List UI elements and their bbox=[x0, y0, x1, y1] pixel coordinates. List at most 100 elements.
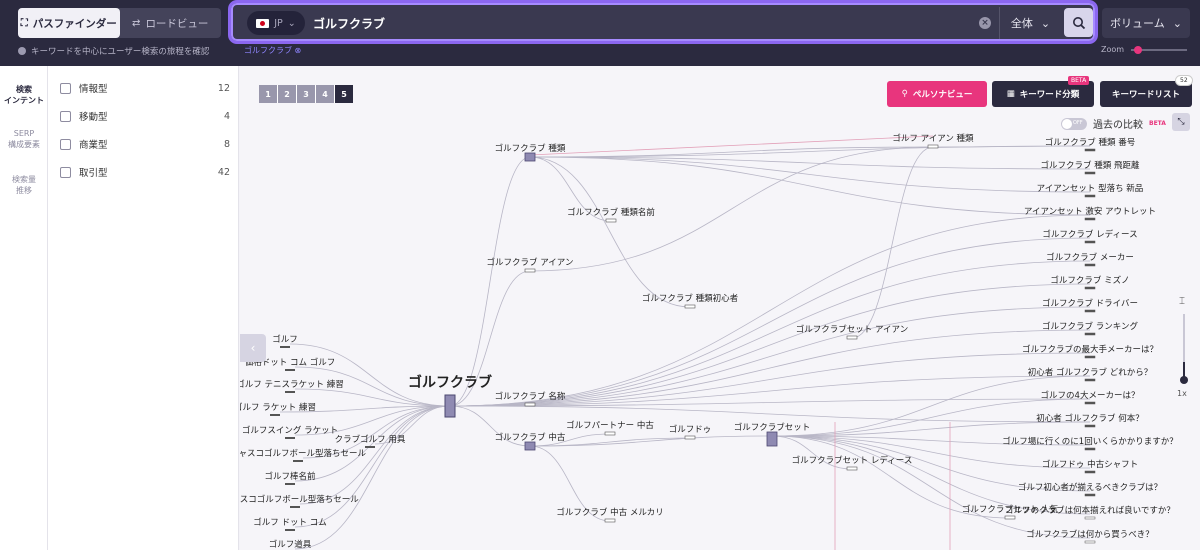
mid-node-label[interactable]: ゴルフクラブセット レディース bbox=[792, 455, 913, 466]
left-node-label[interactable]: ゴルフ棒名前 bbox=[264, 471, 316, 482]
right-node-label[interactable]: 初心者 ゴルフクラブ 何本？ bbox=[1036, 413, 1143, 424]
right-node-label[interactable]: ゴルフクラブの最大手メーカーは？ bbox=[1022, 344, 1158, 355]
mid-node-marker[interactable] bbox=[846, 466, 858, 471]
page-button-3[interactable]: 3 bbox=[297, 85, 315, 103]
mid-node-label[interactable]: ゴルフクラブ 中古 メルカリ bbox=[556, 507, 663, 518]
filter-informational[interactable]: 情報型 12 bbox=[60, 80, 230, 96]
nav-serp[interactable]: SERP 構成要素 bbox=[0, 128, 48, 150]
right-node-label[interactable]: ゴルフドゥ 中古シャフト bbox=[1042, 459, 1138, 470]
left-node-marker[interactable] bbox=[365, 446, 375, 448]
mid-node-label[interactable]: ゴルフクラブセット アイアン bbox=[796, 324, 908, 335]
breadcrumb-close-icon[interactable]: ⊗ bbox=[295, 46, 302, 55]
hub-node[interactable] bbox=[524, 441, 536, 451]
search-button[interactable] bbox=[1064, 8, 1093, 37]
collapse-icon[interactable]: ⤡ bbox=[1172, 113, 1190, 131]
right-node-marker[interactable] bbox=[1084, 171, 1096, 175]
checkbox[interactable] bbox=[60, 166, 71, 178]
right-node-label[interactable]: アイアンセット 型落ち 新品 bbox=[1037, 183, 1144, 194]
root-node[interactable] bbox=[444, 394, 456, 418]
mid-node-marker[interactable] bbox=[605, 218, 617, 223]
graph-edge[interactable] bbox=[851, 146, 934, 339]
left-node-label[interactable]: ゴルフ道具 bbox=[269, 539, 312, 550]
left-node-marker[interactable] bbox=[285, 529, 295, 531]
left-node-marker[interactable] bbox=[285, 483, 295, 485]
left-node-marker[interactable] bbox=[285, 369, 295, 371]
graph-edge[interactable] bbox=[294, 388, 451, 407]
tab-roadview[interactable]: ⇄ ロードビュー bbox=[120, 8, 222, 38]
right-node-marker[interactable] bbox=[1084, 401, 1096, 405]
left-node-label[interactable]: ゴルフスイング ラケット bbox=[242, 425, 338, 436]
right-node-label[interactable]: アイアンセット 激安 アウトレット bbox=[1024, 206, 1156, 217]
mid-node-label[interactable]: ゴルフクラブ 種類 bbox=[495, 143, 566, 154]
right-node-marker[interactable] bbox=[1084, 447, 1096, 451]
mid-node-marker[interactable] bbox=[604, 431, 616, 436]
right-node-marker[interactable] bbox=[1084, 493, 1096, 497]
right-node-label[interactable]: ゴルフ初心者が揃えるべきクラブは？ bbox=[1018, 482, 1162, 493]
graph-edge[interactable] bbox=[529, 156, 1091, 193]
keyword-graph[interactable]: ゴルフクラブゴルフ価格ドット コム ゴルフゴルフ テニスラケット 練習ゴルフ ラ… bbox=[240, 66, 1200, 550]
nav-search-intent[interactable]: 検索 インテント bbox=[0, 84, 48, 106]
breadcrumb[interactable]: ゴルフクラブ ⊗ bbox=[244, 45, 301, 56]
checkbox[interactable] bbox=[60, 138, 71, 150]
mid-node-label[interactable]: ゴルフクラブ 種類初心者 bbox=[642, 293, 739, 304]
mid-node-marker[interactable] bbox=[604, 518, 616, 523]
checkbox[interactable] bbox=[60, 82, 71, 94]
volume-select[interactable]: ボリューム ⌄ bbox=[1102, 8, 1190, 38]
graph-edge[interactable] bbox=[529, 145, 1091, 158]
country-select[interactable]: JP ⌄ bbox=[247, 11, 305, 35]
right-node-label[interactable]: ゴルフの4大メーカーは？ bbox=[1041, 390, 1140, 401]
mid-node-marker[interactable] bbox=[684, 304, 696, 309]
hub-node[interactable] bbox=[766, 431, 778, 447]
right-node-marker[interactable] bbox=[1084, 217, 1096, 221]
left-node-label[interactable]: ゴルフ bbox=[272, 334, 298, 345]
mid-node-marker[interactable] bbox=[846, 335, 858, 340]
nav-volume-trend[interactable]: 検索量 推移 bbox=[0, 174, 48, 196]
right-node-marker[interactable] bbox=[1084, 240, 1096, 244]
right-node-label[interactable]: 初心者 ゴルフクラブ どれから？ bbox=[1028, 367, 1152, 378]
filter-commercial[interactable]: 商業型 8 bbox=[60, 136, 230, 152]
root-node-label[interactable]: ゴルフクラブ bbox=[408, 374, 492, 391]
right-node-marker[interactable] bbox=[1084, 378, 1096, 382]
page-button-5[interactable]: 5 bbox=[335, 85, 353, 103]
depth-slider[interactable]: ⌶ 1x bbox=[1177, 292, 1191, 402]
right-node-label[interactable]: ゴルフクラブ 種類 飛距離 bbox=[1041, 160, 1140, 171]
graph-edge[interactable] bbox=[449, 260, 1091, 407]
mid-node-marker[interactable] bbox=[524, 402, 536, 407]
page-button-2[interactable]: 2 bbox=[278, 85, 296, 103]
mid-node-label[interactable]: ゴルフクラブ 中古 bbox=[495, 432, 566, 443]
right-node-label[interactable]: ゴルフ場に行くのに1回いくらかかりますか？ bbox=[1002, 436, 1177, 447]
right-node-label[interactable]: ゴルフのクラブは何本揃えれば良いですか？ bbox=[1005, 505, 1175, 516]
right-node-marker[interactable] bbox=[1084, 516, 1096, 520]
right-node-label[interactable]: ゴルフクラブ メーカー bbox=[1046, 252, 1134, 263]
right-node-marker[interactable] bbox=[1084, 355, 1096, 359]
graph-edge[interactable] bbox=[449, 405, 1091, 423]
graph-edge[interactable] bbox=[771, 375, 1091, 437]
left-node-label[interactable]: ゴルフ ドット コム bbox=[253, 517, 326, 528]
filter-navigational[interactable]: 移動型 4 bbox=[60, 108, 230, 124]
right-node-label[interactable]: ゴルフクラブ ミズノ bbox=[1050, 275, 1129, 286]
left-node-marker[interactable] bbox=[290, 506, 300, 508]
graph-edge[interactable] bbox=[529, 156, 691, 308]
zoom-slider-knob[interactable] bbox=[1134, 46, 1142, 54]
left-node-label[interactable]: ゴルフ テニスラケット 練習 bbox=[240, 379, 344, 390]
mid-node-label[interactable]: ゴルフクラブ 名称 bbox=[495, 391, 566, 402]
mid-node-label[interactable]: ゴルフドゥ bbox=[669, 424, 712, 435]
graph-edge[interactable] bbox=[771, 435, 1091, 515]
mid-node-label[interactable]: ゴルフ アイアン 種類 bbox=[892, 133, 974, 144]
checkbox[interactable] bbox=[60, 110, 71, 122]
right-node-marker[interactable] bbox=[1084, 286, 1096, 290]
left-node-label[interactable]: キャスコゴルフボール型落ちセール bbox=[240, 448, 366, 459]
right-node-marker[interactable] bbox=[1084, 470, 1096, 474]
mid-node-marker[interactable] bbox=[524, 268, 536, 273]
right-node-label[interactable]: ゴルフクラブ レディース bbox=[1042, 229, 1137, 240]
graph-edge[interactable] bbox=[449, 283, 1091, 407]
left-node-marker[interactable] bbox=[270, 414, 280, 416]
left-node-marker[interactable] bbox=[293, 460, 303, 462]
mid-node-label[interactable]: ゴルフクラブ 種類名前 bbox=[567, 207, 655, 218]
compare-toggle[interactable]: OFF bbox=[1061, 117, 1087, 130]
left-node-marker[interactable] bbox=[285, 391, 295, 393]
persona-view-button[interactable]: ⚲ ペルソナビュー bbox=[887, 81, 987, 107]
mid-node-label[interactable]: ゴルフクラブセット bbox=[734, 422, 811, 433]
tab-pathfinder[interactable]: ⛶ パスファインダー bbox=[18, 8, 120, 38]
left-node-label[interactable]: クラブゴルフ 用具 bbox=[335, 434, 406, 445]
